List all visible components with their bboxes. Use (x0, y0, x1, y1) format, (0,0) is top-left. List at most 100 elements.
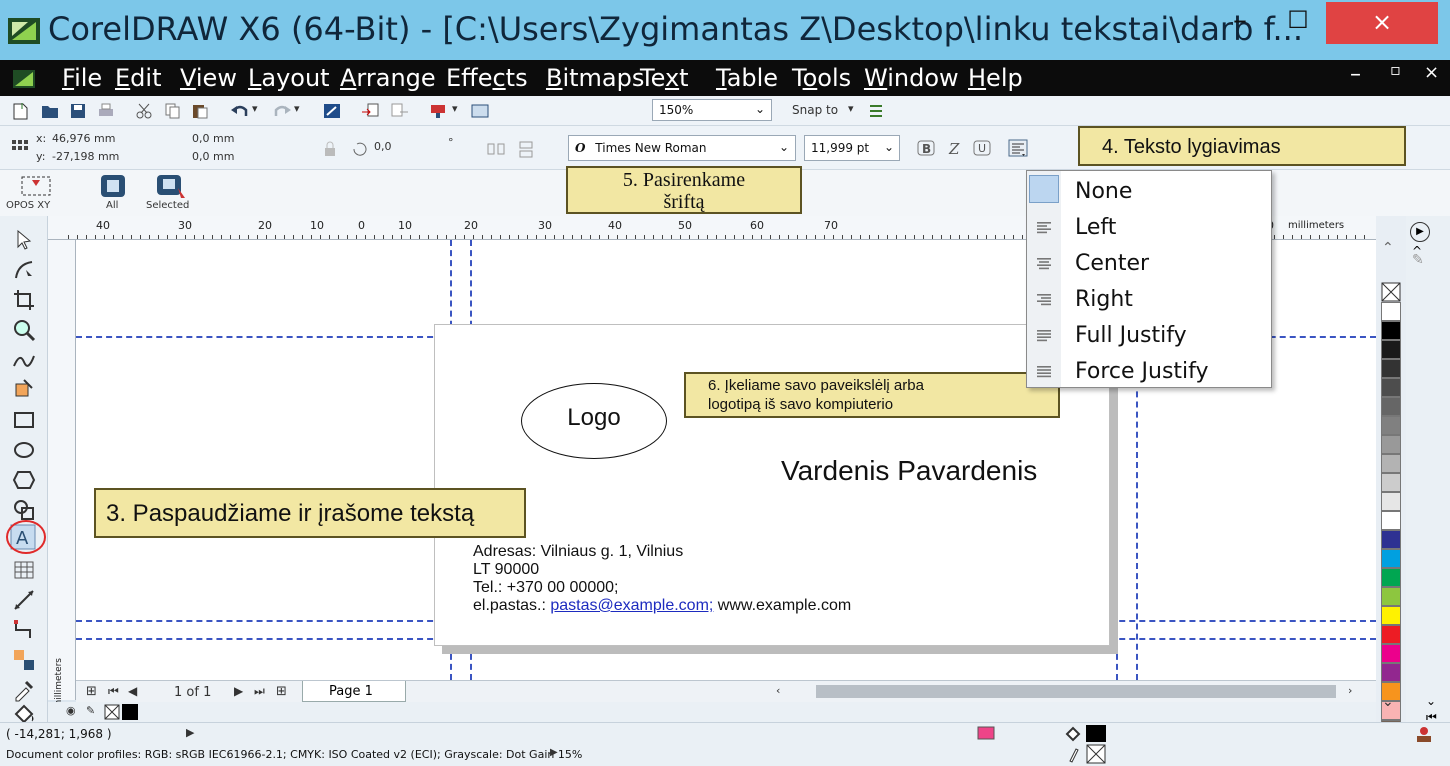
smart-fill-tool-icon[interactable] (12, 378, 36, 402)
menu-item-layout[interactable]: Layout (248, 64, 330, 92)
doc-restore-button[interactable]: ▫ (1390, 60, 1401, 79)
rectangle-tool-icon[interactable] (12, 408, 36, 432)
last-page-icon[interactable]: ⏭ (254, 684, 265, 699)
color-profiles-text[interactable]: Document color profiles: RGB: sRGB IEC61… (6, 748, 582, 761)
x-position-field[interactable]: 46,976 mm (52, 132, 115, 145)
add-page-after-icon[interactable]: ⊞ (276, 684, 287, 699)
menu-item-view[interactable]: View (180, 64, 237, 92)
status-expand-icon[interactable]: ▶ (186, 726, 194, 739)
snap-dropdown-icon[interactable]: ▾ (848, 102, 854, 115)
dimension-tool-icon[interactable] (12, 588, 36, 612)
doc-close-button[interactable]: × (1424, 62, 1439, 83)
height-field[interactable]: 0,0 mm (192, 150, 234, 163)
vertical-ruler[interactable]: millimeters (48, 240, 76, 709)
import-icon[interactable] (360, 102, 380, 120)
color-swatch[interactable] (1381, 416, 1401, 435)
color-swatch[interactable] (1381, 302, 1401, 321)
palette-scroll-up-icon[interactable]: ⌃ (1382, 240, 1394, 256)
copy-icon[interactable] (162, 102, 182, 120)
alignment-option-full-justify[interactable]: Full Justify (1075, 323, 1187, 348)
alignment-option-none[interactable]: None (1075, 179, 1132, 204)
color-swatch[interactable] (1381, 530, 1401, 549)
menu-item-table[interactable]: Table (716, 64, 778, 92)
color-swatch[interactable] (1381, 454, 1401, 473)
open-folder-icon[interactable] (40, 102, 60, 120)
new-document-icon[interactable] (10, 102, 30, 120)
pick-tool-icon[interactable] (12, 228, 36, 252)
horizontal-scrollbar-thumb[interactable] (816, 685, 1336, 698)
alignment-option-right[interactable]: Right (1075, 287, 1133, 312)
user-icon[interactable] (1414, 725, 1434, 743)
profiles-expand-icon[interactable]: ▶ (550, 747, 558, 758)
page-tab[interactable]: Page 1 (302, 681, 406, 702)
mirror-vertical-icon[interactable] (516, 140, 536, 158)
underline-icon[interactable]: U (972, 139, 992, 157)
color-swatch[interactable] (1381, 568, 1401, 587)
search-content-icon[interactable] (322, 102, 342, 120)
color-swatch[interactable] (1381, 625, 1401, 644)
card-email-link[interactable]: pastas@example.com; (550, 597, 713, 614)
close-button[interactable]: × (1326, 2, 1438, 44)
text-alignment-icon[interactable] (1008, 139, 1028, 157)
color-proof-icon[interactable] (976, 725, 996, 741)
blend-tool-icon[interactable] (12, 648, 36, 672)
print-icon[interactable] (96, 102, 116, 120)
card-name[interactable]: Vardenis Pavardenis (781, 455, 1037, 487)
next-page-icon[interactable]: ▶ (234, 684, 243, 698)
bold-icon[interactable]: B (916, 139, 936, 157)
black-swatch[interactable] (122, 704, 138, 720)
menu-item-effects[interactable]: Effects (446, 64, 528, 92)
width-field[interactable]: 0,0 mm (192, 132, 234, 145)
paste-icon[interactable] (190, 102, 210, 120)
cut-icon[interactable] (134, 102, 154, 120)
rotation-angle-field[interactable]: 0,0 (374, 140, 392, 153)
zoom-level-select[interactable]: 150% ⌄ (652, 99, 772, 121)
polygon-tool-icon[interactable] (12, 468, 36, 492)
minimize-button[interactable]: – (1210, 0, 1270, 44)
italic-icon[interactable]: Z (944, 139, 964, 157)
docker-collapse-icon[interactable]: ⌄ (1426, 694, 1436, 708)
palette-scroll-down-icon[interactable]: ⌄ (1382, 694, 1394, 710)
prev-page-icon[interactable]: ◀ (128, 684, 137, 698)
scroll-left-icon[interactable]: ‹ (776, 684, 780, 697)
color-swatch[interactable] (1381, 473, 1401, 492)
menu-item-arrange[interactable]: Arrange (340, 64, 436, 92)
redo-dropdown-icon[interactable]: ▾ (294, 102, 300, 115)
color-swatch[interactable] (1381, 606, 1401, 625)
freehand-tool-icon[interactable] (12, 348, 36, 372)
welcome-screen-icon[interactable] (470, 102, 490, 120)
connector-tool-icon[interactable] (12, 618, 36, 642)
docker-play-icon[interactable]: ▶ (1410, 222, 1430, 242)
font-size-select[interactable]: 11,999 pt ⌄ (804, 135, 900, 161)
undo-dropdown-icon[interactable]: ▾ (252, 102, 258, 115)
color-swatch[interactable] (1381, 587, 1401, 606)
color-swatch[interactable] (1381, 321, 1401, 340)
outline-none-icon[interactable] (1086, 744, 1106, 764)
all-macro-icon[interactable] (98, 172, 128, 200)
color-swatch[interactable] (1381, 644, 1401, 663)
logo-ellipse[interactable]: Logo (521, 383, 667, 459)
no-fill-icon[interactable] (104, 704, 120, 720)
fill-color-swatch[interactable] (1086, 725, 1106, 742)
selected-macro-icon[interactable] (154, 172, 188, 200)
color-swatch[interactable] (1381, 359, 1401, 378)
first-page-icon[interactable]: ⏮ (108, 684, 119, 699)
canvas-scroll-up-icon[interactable]: ^ (1412, 244, 1422, 258)
basic-shapes-tool-icon[interactable] (12, 498, 36, 522)
opos-xy-icon[interactable] (20, 174, 52, 200)
doc-minimize-button[interactable]: – (1350, 62, 1361, 87)
y-position-field[interactable]: -27,198 mm (52, 150, 119, 163)
outline-indicator-icon[interactable]: ✎ (86, 704, 95, 717)
menu-item-file[interactable]: File (62, 64, 102, 92)
card-contact-block[interactable]: Adresas: Vilniaus g. 1, Vilnius LT 90000… (473, 543, 851, 615)
menu-item-edit[interactable]: Edit (115, 64, 161, 92)
menu-item-bitmaps[interactable]: Bitmaps (546, 64, 644, 92)
shape-tool-icon[interactable] (12, 258, 36, 282)
table-tool-icon[interactable] (12, 558, 36, 582)
color-swatch[interactable] (1381, 492, 1401, 511)
color-swatch[interactable] (1381, 435, 1401, 454)
alignment-option-force-justify[interactable]: Force Justify (1075, 359, 1209, 384)
zoom-tool-icon[interactable] (12, 318, 36, 342)
color-swatch[interactable] (1381, 663, 1401, 682)
color-swatch[interactable] (1381, 340, 1401, 359)
